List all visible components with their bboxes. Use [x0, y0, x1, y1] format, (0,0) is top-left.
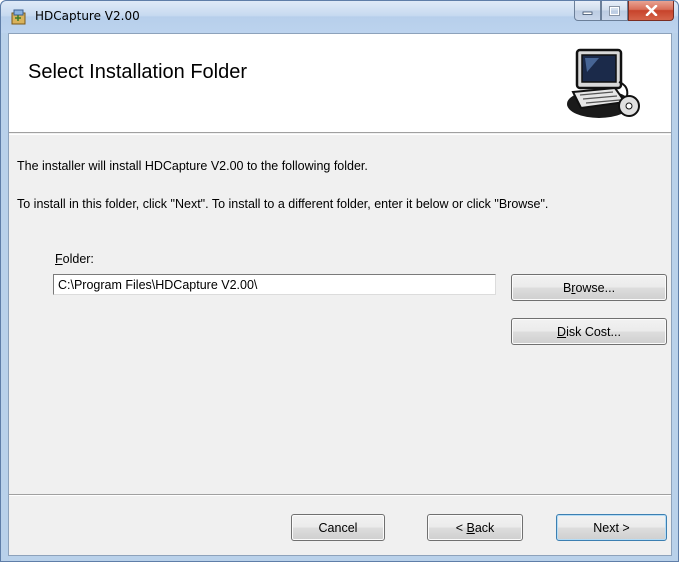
dialog-header: Select Installation Folder — [9, 34, 671, 133]
disk-cost-label-accel: D — [557, 324, 567, 339]
footer-separator — [9, 494, 671, 496]
browse-button[interactable]: Br owse... — [511, 274, 667, 301]
window-title: HDCapture V2.00 — [35, 9, 140, 23]
title-bar[interactable]: HDCapture V2.00 — [1, 1, 678, 33]
disk-cost-label-post: isk Cost... — [566, 324, 621, 339]
maximize-button[interactable] — [601, 1, 628, 21]
close-button[interactable] — [628, 1, 674, 21]
browse-label-post: owse... — [575, 280, 616, 295]
folder-label: Folder: — [55, 252, 94, 266]
back-label-post: ack — [474, 520, 495, 535]
back-label-pre: < — [455, 520, 467, 535]
maximize-icon — [609, 5, 620, 16]
dialog-client-area: Select Installation Folder The installer… — [8, 33, 672, 556]
next-label: Next > — [593, 520, 630, 535]
window-controls — [574, 1, 674, 21]
folder-label-text: older: — [62, 252, 94, 266]
back-button[interactable]: < Back — [427, 514, 523, 541]
page-title: Select Installation Folder — [28, 61, 248, 83]
close-icon — [645, 5, 657, 16]
browse-label-pre: B — [562, 280, 572, 295]
disk-cost-button[interactable]: Disk Cost... — [511, 318, 667, 345]
install-description: The installer will install HDCapture V2.… — [17, 159, 368, 173]
minimize-icon — [582, 11, 593, 15]
installer-window: HDCapture V2.00 Select Installation Fold… — [0, 0, 679, 562]
cancel-label: Cancel — [318, 520, 358, 535]
folder-path-input[interactable] — [53, 274, 496, 295]
back-label-accel: B — [466, 520, 475, 535]
next-button[interactable]: Next > — [556, 514, 667, 541]
minimize-button[interactable] — [574, 1, 601, 21]
header-divider — [9, 134, 671, 135]
install-instructions: To install in this folder, click "Next".… — [17, 197, 549, 211]
folder-label-accelerator: F — [55, 252, 63, 266]
computer-setup-icon — [567, 48, 640, 118]
cancel-button[interactable]: Cancel — [291, 514, 385, 541]
installer-app-icon — [11, 9, 26, 25]
